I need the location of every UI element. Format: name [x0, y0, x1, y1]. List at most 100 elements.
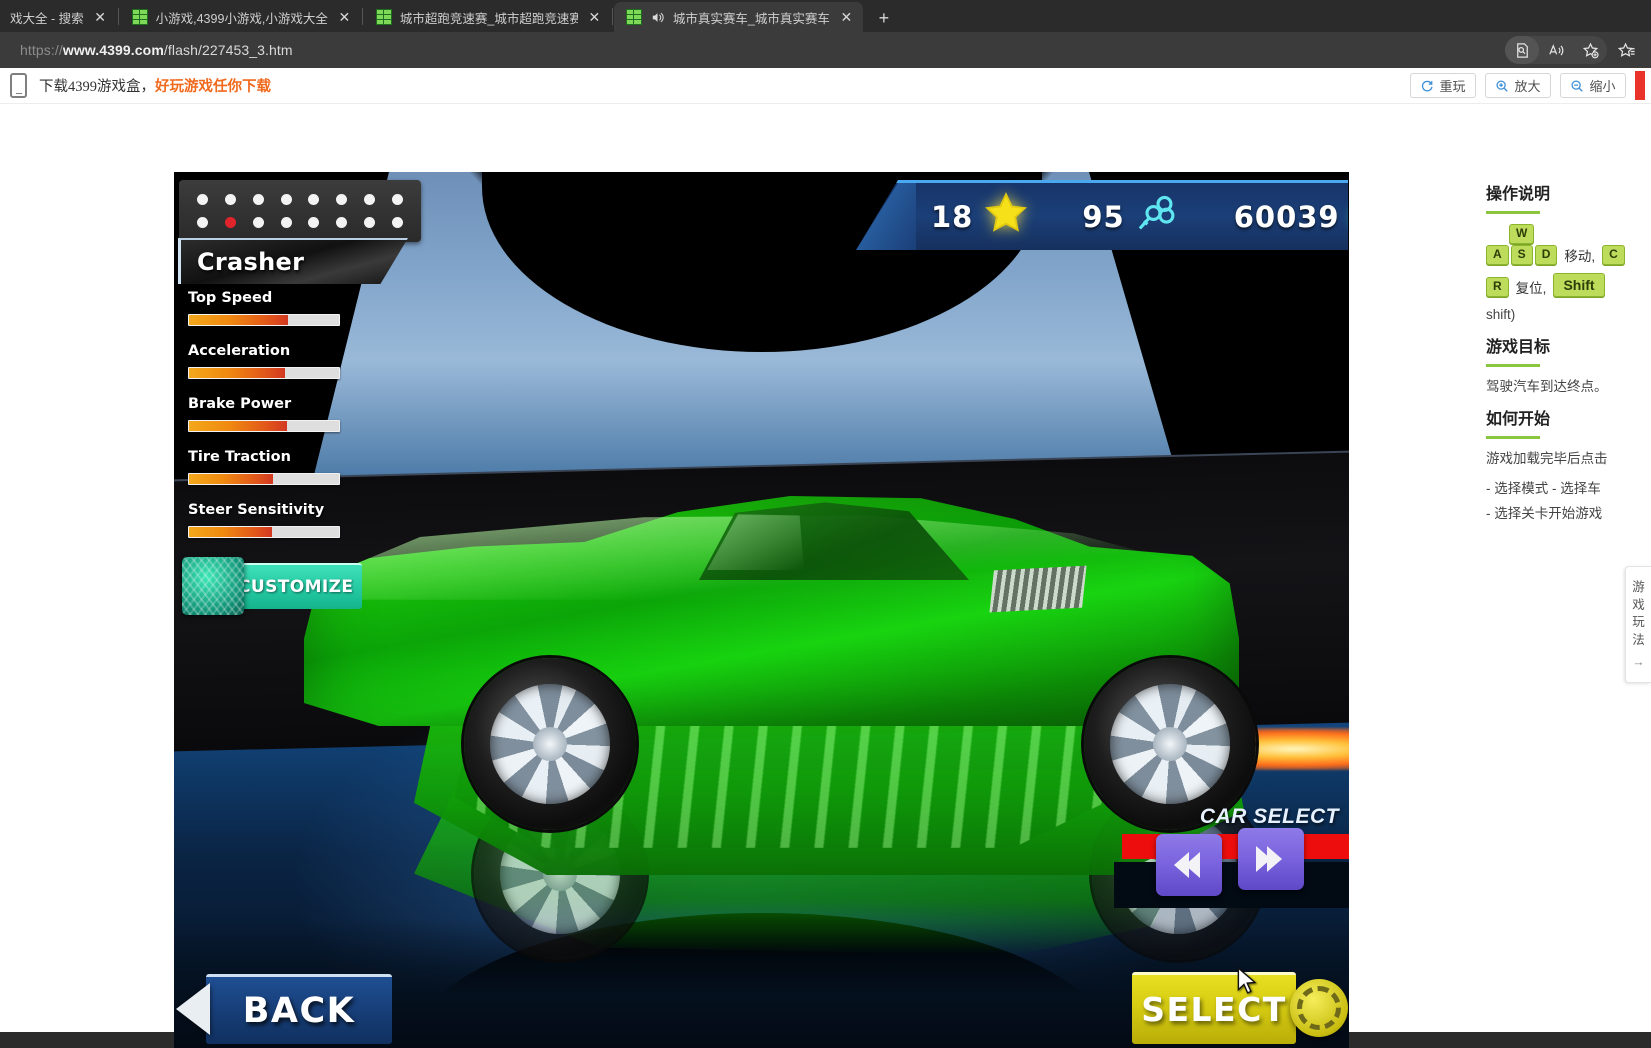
favorites-hub-icon[interactable] — [1609, 36, 1643, 64]
level-progress-pips[interactable] — [179, 180, 421, 242]
browser-toolbar-icons — [1505, 36, 1643, 64]
select-badge-icon — [1290, 979, 1348, 1037]
reset-label: 复位, — [1515, 280, 1547, 296]
read-aloud-icon[interactable] — [1539, 36, 1573, 64]
url-input[interactable]: https://www.4399.com/flash/227453_3.htm — [8, 36, 1505, 64]
browser-address-bar: https://www.4399.com/flash/227453_3.htm — [0, 32, 1651, 68]
site-header-bar: 下载4399游戏盒，好玩游戏任你下载 重玩 放大 缩小 — [0, 68, 1651, 104]
stat-bar — [188, 420, 340, 432]
download-highlight: 好玩游戏任你下载 — [155, 79, 271, 95]
browser-tab-4-active[interactable]: 城市真实赛车_城市真实赛车 ✕ — [613, 2, 863, 32]
back-button[interactable]: BACK — [176, 970, 392, 1048]
wasd-keys: W A S D — [1486, 224, 1558, 265]
stat-bar — [188, 473, 340, 485]
tab-divider — [361, 7, 363, 25]
gameplay-side-tab[interactable]: 游戏玩法 → — [1625, 566, 1651, 683]
new-tab-button[interactable]: + — [869, 4, 899, 32]
shift-tail-text: shift) — [1486, 306, 1516, 322]
goal-heading: 游戏目标 — [1486, 338, 1551, 356]
hud-stars-value: 18 — [931, 199, 974, 234]
url-domain: www.4399.com — [62, 42, 164, 58]
close-icon[interactable]: ✕ — [838, 9, 855, 26]
level-pip — [336, 217, 348, 229]
star-icon — [984, 191, 1028, 242]
zoom-in-label: 放大 — [1514, 79, 1541, 94]
replay-button[interactable]: 重玩 — [1410, 73, 1476, 98]
start-step-2: - 选择关卡开始游戏 — [1486, 506, 1603, 522]
move-keys-row: W A S D 移动, C — [1486, 224, 1651, 265]
exhaust-flame — [1254, 728, 1349, 770]
stat-row: Acceleration — [188, 343, 358, 379]
car-grille — [989, 565, 1087, 613]
car-stats-panel: Top Speed Acceleration Brake Power Tire … — [188, 290, 358, 555]
reading-view-icon[interactable] — [1505, 36, 1539, 64]
level-pip — [197, 193, 209, 205]
hud-panel: 18 95 60039 $ — [856, 180, 1348, 250]
stat-label: Top Speed — [188, 290, 273, 306]
tab-title: 城市真实赛车_城市真实赛车 — [672, 11, 830, 26]
key-w: W — [1509, 224, 1535, 244]
level-pip — [363, 217, 375, 229]
goal-text: 驾驶汽车到达终点。 — [1486, 378, 1608, 394]
game-controls: 重玩 放大 缩小 — [1410, 71, 1645, 100]
next-car-button[interactable] — [1238, 828, 1304, 890]
stat-row: Steer Sensitivity — [188, 502, 358, 538]
customize-thumbnail-icon — [182, 557, 244, 615]
key-a: A — [1486, 244, 1509, 265]
close-icon[interactable]: ✕ — [586, 9, 603, 26]
car-name: Crasher — [197, 248, 305, 276]
tab-title: 小游戏,4399小游戏,小游戏大全 — [155, 11, 328, 26]
controls-heading: 操作说明 — [1486, 186, 1551, 203]
key-shift: Shift — [1553, 272, 1605, 297]
add-favorite-icon[interactable] — [1573, 36, 1607, 64]
stat-label: Tire Traction — [188, 449, 291, 465]
stat-label: Acceleration — [188, 343, 291, 359]
level-pip — [336, 193, 348, 205]
back-label: BACK — [206, 974, 392, 1044]
download-promo[interactable]: 下载4399游戏盒，好玩游戏任你下载 — [10, 73, 271, 98]
zoom-in-button[interactable]: 放大 — [1485, 73, 1551, 98]
download-promo-text: 下载4399游戏盒，好玩游戏任你下载 — [39, 75, 271, 96]
select-label: SELECT — [1132, 972, 1296, 1044]
download-prefix: 下载4399游戏盒， — [39, 79, 155, 95]
level-pip — [391, 217, 403, 229]
browser-tab-2[interactable]: 小游戏,4399小游戏,小游戏大全 ✕ — [120, 2, 361, 32]
stat-bar-fill — [189, 421, 287, 431]
stat-row: Brake Power — [188, 396, 358, 432]
stat-row: Tire Traction — [188, 449, 358, 485]
level-pip — [197, 217, 209, 229]
key-row-top: W — [1509, 224, 1535, 244]
tab-title: 戏大全 - 搜索 — [10, 11, 84, 26]
stat-label: Brake Power — [188, 396, 292, 412]
arrow-right-icon: → — [1632, 655, 1645, 669]
close-icon[interactable]: ✕ — [336, 9, 353, 26]
stat-bar — [188, 314, 340, 326]
level-pip — [280, 193, 292, 205]
stat-label: Steer Sensitivity — [188, 502, 325, 518]
hud-keys: 95 — [1082, 191, 1179, 242]
hud-stars: 18 — [931, 191, 1028, 242]
level-pip — [391, 193, 403, 205]
page-content: 下载4399游戏盒，好玩游戏任你下载 重玩 放大 缩小 18 95 60039 … — [0, 68, 1651, 1048]
heading-rule — [1486, 436, 1540, 440]
prev-car-button[interactable] — [1156, 834, 1222, 896]
key-icon — [1136, 191, 1180, 242]
level-pip — [308, 193, 320, 205]
level-pip — [280, 217, 292, 229]
site-favicon-icon — [131, 9, 148, 25]
game-canvas[interactable]: 18 95 60039 $ Crasher Top Spee — [174, 172, 1349, 1048]
browser-tab-3[interactable]: 城市超跑竞速赛_城市超跑竞速赛 ✕ — [364, 2, 611, 32]
hud-keys-value: 95 — [1082, 199, 1125, 234]
customize-button[interactable]: CUSTOMIZE — [182, 557, 363, 615]
hud-coins-value: 60039 — [1233, 199, 1340, 234]
url-scheme: https:// — [20, 42, 63, 58]
toolbar-icon-group — [1505, 36, 1607, 64]
chevron-left-icon — [1174, 852, 1200, 878]
browser-tab-1[interactable]: 戏大全 - 搜索 ✕ — [0, 2, 117, 32]
zoom-out-button[interactable]: 缩小 — [1560, 73, 1626, 98]
speaker-icon[interactable] — [650, 10, 665, 25]
key-r: R — [1486, 276, 1509, 297]
stat-bar — [188, 367, 340, 379]
close-icon[interactable]: ✕ — [92, 9, 109, 26]
phone-icon — [10, 73, 27, 98]
